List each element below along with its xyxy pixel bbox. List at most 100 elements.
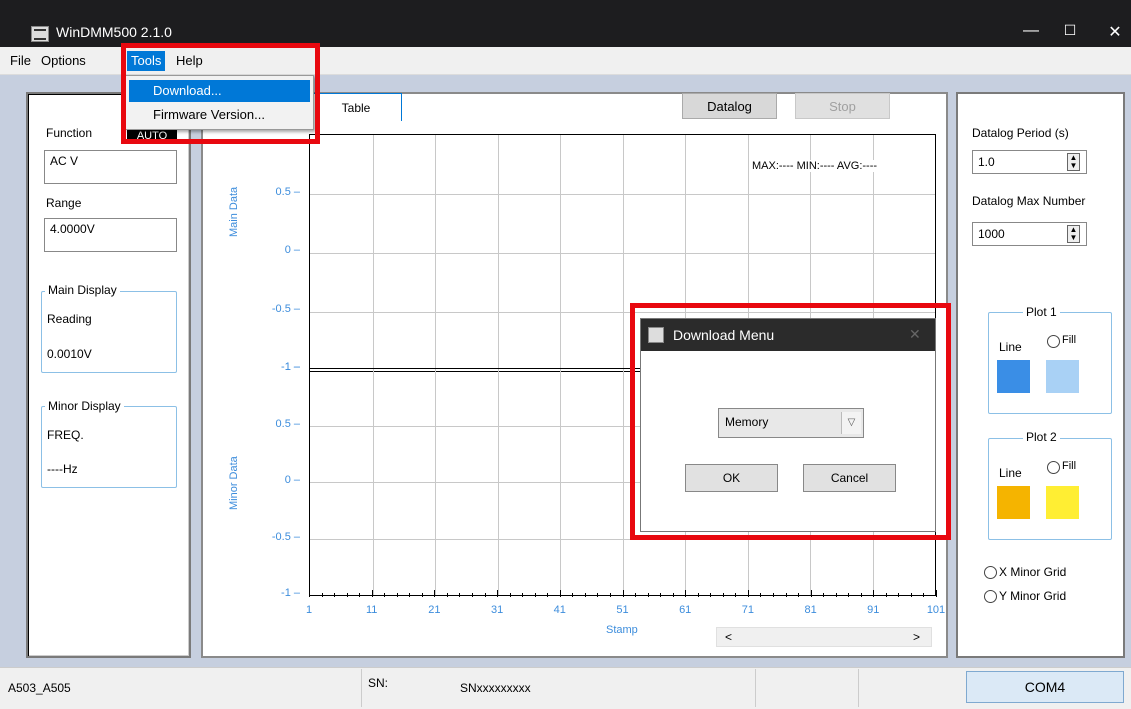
scroll-right-arrow[interactable]: >	[913, 630, 920, 644]
close-button[interactable]: ✕	[1100, 22, 1130, 42]
y-minor-grid-label: Y Minor Grid	[999, 589, 1067, 603]
status-sn-label: SN:	[368, 676, 389, 690]
minor-ytick-label: 1 –	[284, 361, 300, 373]
xtick-mark	[522, 593, 524, 597]
status-model: A503_A505	[8, 681, 71, 695]
xtick-mark	[547, 593, 549, 597]
xtick-mark	[584, 593, 586, 597]
xtick-mark	[823, 593, 825, 597]
xtick-label: 1	[305, 604, 313, 616]
xtick-mark	[923, 593, 925, 597]
xtick-mark	[346, 593, 348, 597]
window-title: WinDMM500 2.1.0	[56, 24, 172, 40]
xtick-mark	[384, 593, 386, 597]
xtick-mark	[835, 593, 837, 597]
x-minor-grid-radio[interactable]	[984, 566, 997, 579]
xtick-mark	[848, 593, 850, 597]
status-divider	[361, 669, 362, 707]
xtick-label: 91	[867, 604, 880, 616]
minor-ytick-label: 0 –	[284, 474, 300, 486]
scroll-left-arrow[interactable]: <	[725, 630, 732, 644]
plot2-line-color-swatch[interactable]	[997, 486, 1030, 519]
xtick-mark	[409, 593, 411, 597]
status-port: COM4	[966, 671, 1124, 703]
xtick-mark	[459, 593, 461, 597]
menu-options[interactable]: Options	[37, 51, 90, 71]
minor-value: ----Hz	[47, 462, 78, 476]
tab-table[interactable]: Table	[310, 93, 402, 121]
xtick-mark	[710, 593, 712, 597]
plot2-fill-color-swatch[interactable]	[1046, 486, 1079, 519]
menu-file[interactable]: File	[6, 51, 35, 71]
minor-display-label: Minor Display	[45, 399, 124, 413]
function-value: AC V	[44, 150, 177, 184]
stop-button[interactable]: Stop	[795, 93, 890, 119]
xtick-mark	[622, 590, 624, 597]
xtick-mark	[885, 593, 887, 597]
period-spinner-icon[interactable]: ▲ ▼	[1067, 153, 1080, 171]
xtick-label: 81	[804, 604, 817, 616]
main-ylabel: Main Data	[228, 186, 240, 237]
maximize-button[interactable]: ☐	[1055, 22, 1085, 39]
minor-label: FREQ.	[47, 428, 84, 442]
xtick-mark	[798, 593, 800, 597]
main-ytick-label: -0.5 –	[271, 302, 300, 315]
xtick-mark	[660, 593, 662, 597]
xtick-label: 51	[616, 604, 629, 616]
y-minor-grid-radio[interactable]	[984, 590, 997, 603]
xtick-mark	[860, 593, 862, 597]
minor-ytick-label: -0.5 –	[271, 530, 300, 543]
main-ytick-label: 0.5 –	[275, 185, 300, 198]
xtick-mark	[321, 593, 323, 597]
xtick-mark	[685, 590, 687, 597]
plot1-fill-color-swatch[interactable]	[1046, 360, 1079, 393]
xtick-mark	[697, 593, 699, 597]
grid-line-horizontal	[310, 253, 935, 254]
plot1-line-color-swatch[interactable]	[997, 360, 1030, 393]
xtick-label: 31	[490, 604, 504, 616]
xtick-label: 71	[741, 604, 755, 616]
xtick-mark	[334, 593, 336, 597]
datalog-button[interactable]: Datalog	[682, 93, 777, 119]
grid-line-horizontal	[310, 194, 935, 195]
status-divider	[755, 669, 756, 707]
xtick-mark	[396, 593, 398, 597]
horizontal-scrollbar[interactable]: < >	[716, 627, 932, 647]
xtick-mark	[910, 593, 912, 597]
plot1-fill-label: Fill	[1062, 334, 1077, 346]
xtick-mark	[572, 593, 574, 597]
x-minor-grid-label: X Minor Grid	[999, 565, 1067, 579]
xtick-mark	[609, 593, 611, 597]
plot2-fill-label: Fill	[1062, 460, 1077, 472]
xtick-mark	[873, 590, 875, 597]
title-bar: WinDMM500 2.1.0 — ☐ ✕	[0, 0, 1131, 47]
xtick-mark	[747, 590, 749, 597]
xtick-mark	[785, 593, 787, 597]
reading-label: Reading	[47, 312, 92, 326]
range-value: 4.0000V	[44, 218, 177, 252]
minimize-button[interactable]: —	[1016, 22, 1046, 40]
xtick-mark	[672, 593, 674, 597]
max-spinner-icon[interactable]: ▲ ▼	[1067, 225, 1080, 243]
xtick-mark	[446, 593, 448, 597]
xtick-mark	[735, 593, 737, 597]
plot1-line-label: Line	[999, 340, 1022, 354]
plot2-line-label: Line	[999, 466, 1022, 480]
plot2-label: Plot 2	[1023, 430, 1060, 444]
app-icon	[31, 26, 49, 42]
xtick-label: 41	[553, 604, 566, 616]
status-bar	[0, 667, 1131, 709]
datalog-max-label: Datalog Max Number	[972, 194, 1086, 208]
datalog-period-label: Datalog Period (s)	[972, 126, 1069, 140]
status-sn-value: SNxxxxxxxxx	[460, 681, 531, 695]
function-label: Function	[46, 126, 93, 140]
xtick-mark	[309, 590, 310, 597]
xtick-mark	[359, 593, 361, 597]
xtick-mark	[472, 593, 474, 597]
xtick-mark	[559, 590, 561, 597]
plot1-fill-radio[interactable]	[1047, 335, 1060, 348]
plot2-fill-radio[interactable]	[1047, 461, 1060, 474]
xtick-mark	[810, 590, 812, 597]
main-ytick-label: 0 –	[284, 244, 300, 256]
stats-readout: MAX:---- MIN:---- AVG:----	[752, 160, 878, 172]
